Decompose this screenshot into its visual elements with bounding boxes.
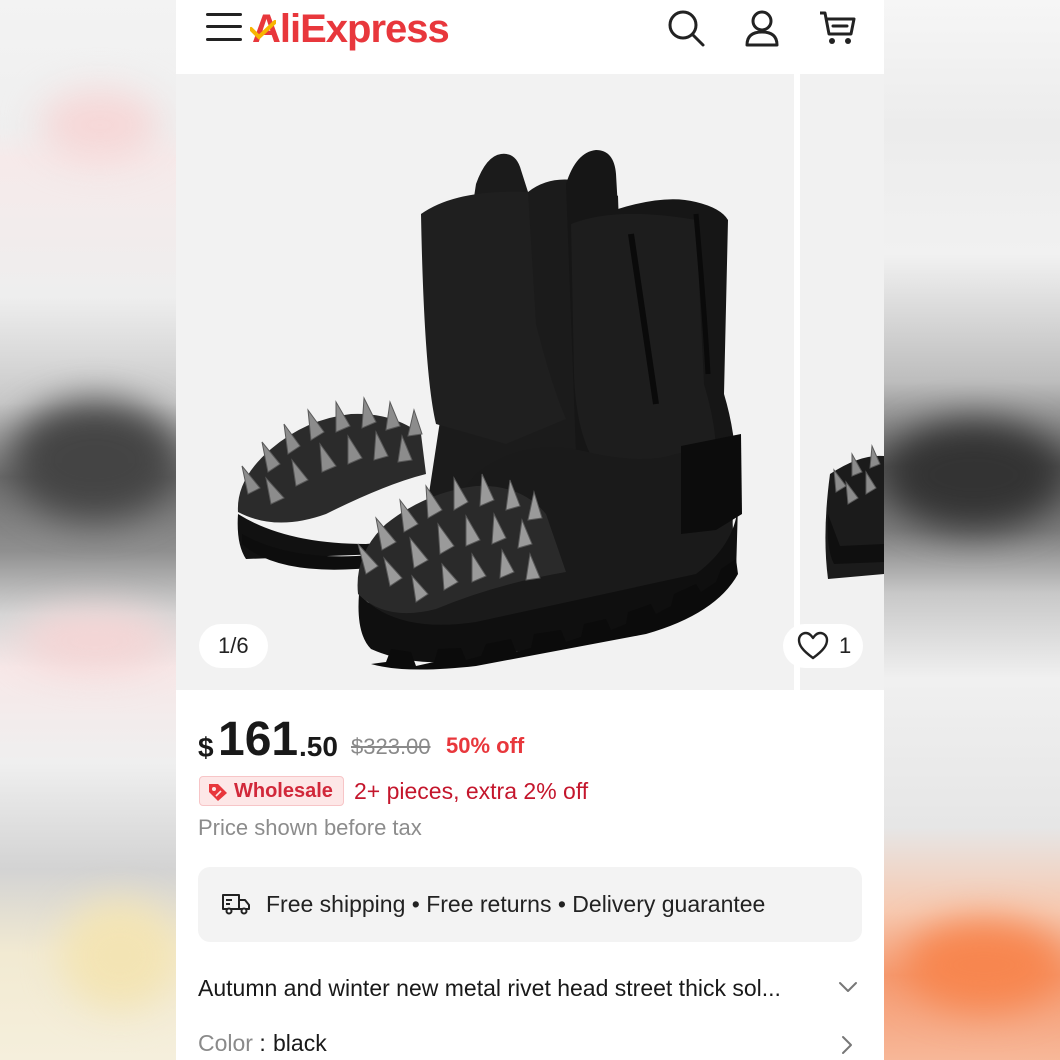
boots-illustration	[237, 150, 742, 670]
original-price: $323.00	[351, 734, 431, 759]
shipping-banner[interactable]: Free shipping • Free returns • Delivery …	[198, 867, 862, 942]
product-title: Autumn and winter new metal rivet head s…	[198, 975, 781, 1001]
wholesale-badge: Wholesale	[199, 776, 344, 806]
tag-icon	[209, 784, 227, 801]
account-icon[interactable]	[742, 8, 782, 48]
color-value: black	[273, 1030, 327, 1056]
top-bar: AliExpress	[176, 0, 884, 68]
price-decimal: .50	[299, 731, 338, 762]
wholesale-offer: 2+ pieces, extra 2% off	[354, 778, 589, 804]
heart-icon	[797, 631, 829, 660]
color-selector-row[interactable]: Color : black	[198, 1028, 862, 1060]
wholesale-row[interactable]: Wholesale 2+ pieces, extra 2% off	[198, 776, 858, 806]
product-page: AliExpress 1/6 1 $ 161 .50 $323.00 50% o…	[176, 0, 884, 1060]
next-boot-preview	[825, 444, 884, 579]
next-image-preview[interactable]	[800, 74, 884, 690]
logo-text: AliExpress	[252, 7, 450, 51]
product-title-row[interactable]: Autumn and winter new metal rivet head s…	[198, 972, 862, 1008]
aliexpress-logo[interactable]: AliExpress	[250, 4, 450, 54]
tax-note: Price shown before tax	[198, 815, 422, 840]
cart-icon[interactable]	[818, 8, 858, 48]
wholesale-badge-label: Wholesale	[234, 780, 333, 802]
product-image[interactable]: 1/6	[176, 74, 794, 690]
color-label: Color :	[198, 1030, 266, 1056]
logo-check-icon	[250, 20, 276, 40]
shipping-text: Free shipping • Free returns • Delivery …	[266, 891, 766, 917]
chevron-right-icon[interactable]	[840, 1034, 854, 1056]
image-counter: 1/6	[199, 624, 268, 668]
menu-icon[interactable]	[206, 13, 242, 43]
discount-label: 50% off	[446, 733, 525, 758]
wishlist-count: 1	[839, 633, 852, 658]
chevron-down-icon[interactable]	[838, 980, 858, 994]
truck-icon	[222, 894, 250, 915]
blurred-backdrop-right	[884, 0, 1060, 1060]
price-integer: 161	[218, 713, 299, 766]
search-icon[interactable]	[666, 8, 706, 48]
blurred-backdrop-left	[0, 0, 176, 1060]
price-currency: $	[198, 732, 214, 763]
product-gallery[interactable]: 1/6 1	[176, 74, 884, 690]
price-row: $ 161 .50 $323.00 50% off	[198, 712, 858, 770]
wishlist-button[interactable]: 1	[783, 624, 863, 668]
